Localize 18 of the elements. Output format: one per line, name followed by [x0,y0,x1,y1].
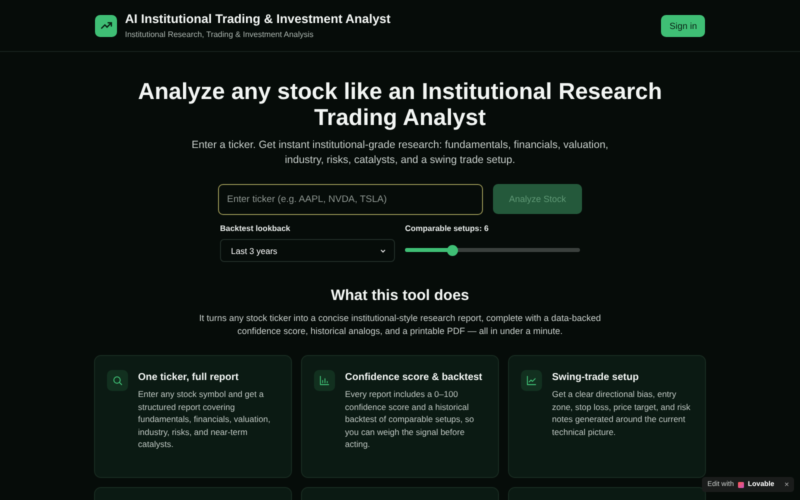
lookback-label: Backtest lookback [220,224,292,233]
section-description: It turns any stock ticker into a concise institutional-style research report, complete with a data-backed confidence score, historical analogs, and a printable PDF — all in under a minute. [198,312,602,338]
ticker-input[interactable]: Enter ticker (e.g. AAPL, NVDA, TSLA) [218,184,483,215]
hero-description: Enter a ticker. Get instant institutional-grade research: fundamentals, financials, valuation, industry, risks, catalysts, and a swing trade setup. [190,138,610,168]
feature-description: Get a clear directional bias, entry zone, stop loss, price target, and risk notes generated around the current technical picture. [552,388,692,438]
app-title: AI Institutional Trading & Investment Analyst [125,12,391,26]
sign-in-button[interactable]: Sign in [661,14,705,36]
setups-label: Comparable setups: 6 [405,224,490,233]
app-subtitle: Institutional Research, Trading & Investment Analysis [125,30,315,39]
feature-description: Every report includes a 0–100 confidence score and a historical backtest of comparable setups, so you can weigh the signal before acting. [345,388,475,451]
feature-description: Enter any stock symbol and get a structured report covering fundamentals, financials, valuation, industry, risks, and near-term catalysts. [138,388,272,451]
feature-title: Swing-trade setup [552,371,640,385]
lookback-select[interactable]: Last 3 years [220,239,395,262]
close-button[interactable]: × [778,480,789,489]
section-title: What this tool does [330,287,470,304]
hero-title: Analyze any stock like an Institutional Research Trading Analyst [136,78,664,130]
feature-title: One ticker, full report [138,371,240,385]
feature-title: Confidence score & backtest [345,371,484,385]
